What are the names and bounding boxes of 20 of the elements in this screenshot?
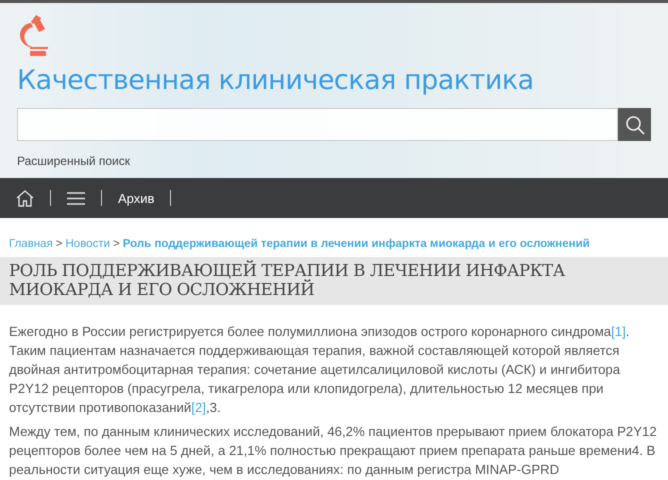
breadcrumb-separator: > <box>56 238 62 250</box>
menu-button[interactable] <box>67 192 85 204</box>
menu-icon <box>67 192 85 204</box>
reference-link[interactable]: [2] <box>191 400 206 415</box>
breadcrumb-link[interactable]: Новости <box>66 238 110 250</box>
home-icon <box>16 190 34 206</box>
home-button[interactable] <box>16 190 34 206</box>
reference-link[interactable]: [1] <box>611 324 626 339</box>
nav-link[interactable]: Архив <box>118 190 154 206</box>
breadcrumb-link[interactable]: Роль поддерживающей терапии в лечении инфаркта миокарда и его осложнений <box>122 238 590 250</box>
site-title: Качественная клиническая практика <box>17 65 535 96</box>
breadcrumb-separator: > <box>113 238 120 250</box>
breadcrumb-link[interactable]: Главная <box>9 238 53 250</box>
search-icon <box>624 114 644 134</box>
advanced-search-link[interactable]: Расширенный поиск <box>17 154 651 168</box>
article-paragraph: Ежегодно в России регистрируется более полумиллиона эпизодов острого коронарного синдрома[1]. Таким пациентам назначается поддерживающая терапия, важной составляющей которой является двойная антитромбоцитарная терапия: сочетание ацетилсалициловой кислоты (АСК) и ингибитора P2Y12 рецепторов (прасугрела, тикагрелора или клопидогрела), длительностью 12 месяцев при отсутствии противопоказаний[2],3. <box>9 323 630 417</box>
article-paragraph: Между тем, по данным клинических исследований, 46,2% пациентов прерывают прием блокатора P2Y12 рецепторов более чем на 5 дней, а 21,1% полностью прекращают прием препарата раньше времени4. В реальности ситуация еще хуже, чем в исследованиях: по данным регистра MINAP-GPRD <box>9 423 658 479</box>
search-field[interactable] <box>17 108 618 141</box>
search-button[interactable] <box>618 108 651 141</box>
article-title: РОЛЬ ПОДДЕРЖИВАЮЩЕЙ ТЕРАПИИ В ЛЕЧЕНИИ ИНФАРКТА МИОКАРДА И ЕГО ОСЛОЖНЕНИЙ <box>0 257 668 305</box>
